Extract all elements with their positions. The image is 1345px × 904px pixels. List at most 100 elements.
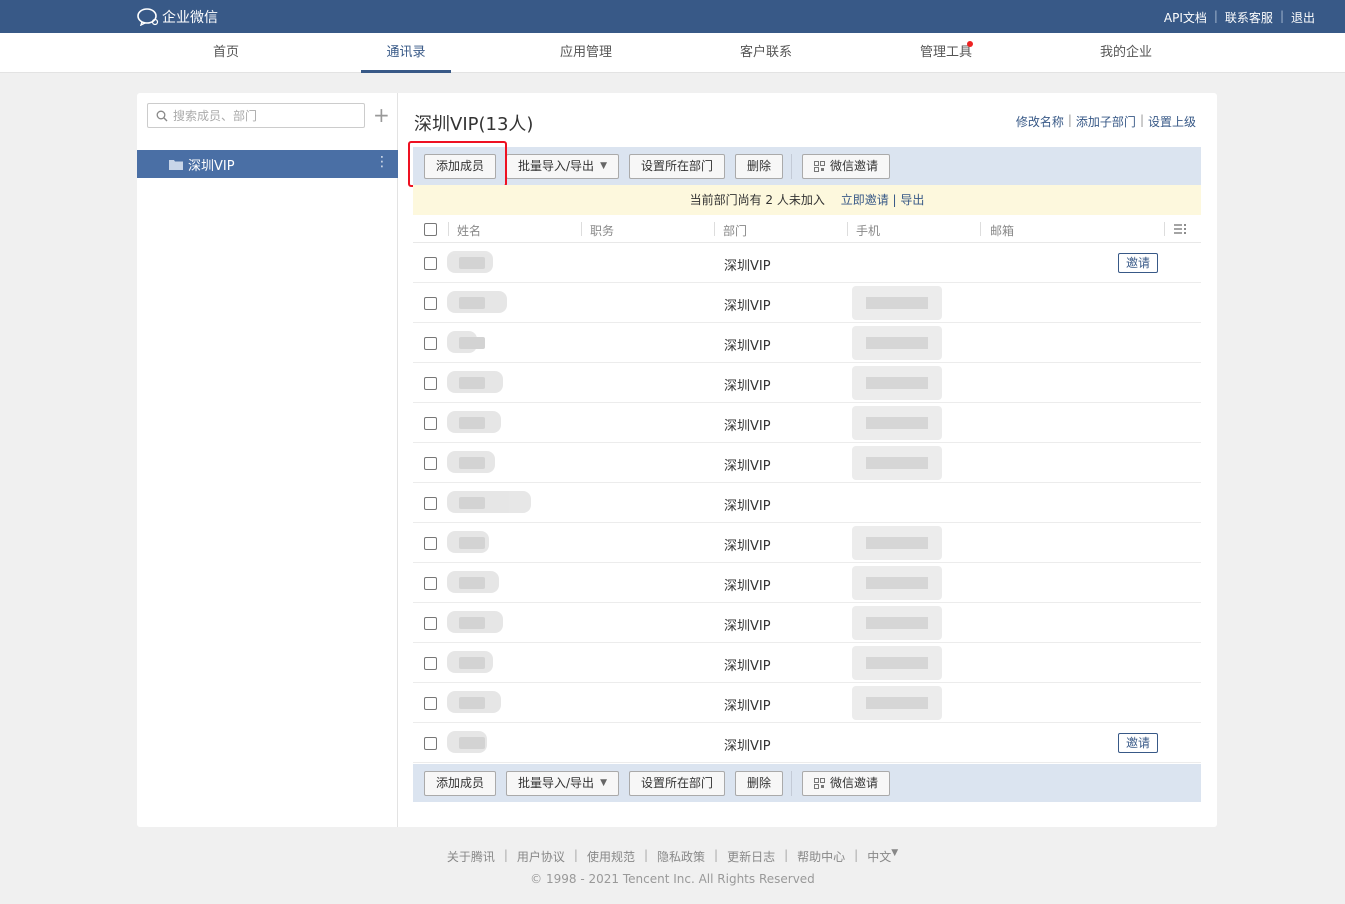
table-row[interactable]: 深圳VIP 邀请 bbox=[413, 243, 1201, 283]
privacy-policy-link[interactable]: 隐私政策 bbox=[657, 848, 705, 865]
member-name-redacted[interactable] bbox=[447, 371, 503, 393]
wechat-invite-button-bottom[interactable]: 微信邀请 bbox=[802, 770, 891, 796]
tab-home[interactable]: 首页 bbox=[181, 33, 271, 73]
divider: | bbox=[714, 848, 719, 862]
table-row[interactable]: 深圳VIP bbox=[413, 603, 1201, 643]
search-input[interactable]: 搜索成员、部门 bbox=[147, 103, 365, 128]
member-name-redacted[interactable] bbox=[447, 651, 493, 673]
user-agreement-link[interactable]: 用户协议 bbox=[517, 848, 565, 865]
table-row[interactable]: 深圳VIP bbox=[413, 563, 1201, 603]
row-checkbox[interactable] bbox=[424, 497, 437, 510]
member-name-redacted[interactable] bbox=[447, 331, 485, 353]
row-checkbox[interactable] bbox=[424, 577, 437, 590]
sidebar-item-department[interactable]: 深圳VIP ⋮ bbox=[137, 150, 398, 178]
member-department: 深圳VIP bbox=[724, 419, 771, 434]
help-center-link[interactable]: 帮助中心 bbox=[797, 848, 845, 865]
top-bar: 企业微信 API文档 | 联系客服 | 退出 bbox=[0, 0, 1345, 33]
invite-button[interactable]: 邀请 bbox=[1118, 733, 1159, 753]
row-checkbox[interactable] bbox=[424, 257, 437, 270]
language-select[interactable]: 中文 bbox=[867, 848, 891, 865]
table-row[interactable]: 深圳VIP bbox=[413, 523, 1201, 563]
top-toolbar: 添加成员 批量导入/导出 ▼ 设置所在部门 删除 微信邀请 bbox=[413, 147, 1201, 185]
row-checkbox[interactable] bbox=[424, 737, 437, 750]
member-name-redacted[interactable] bbox=[447, 491, 531, 513]
table-row[interactable]: 深圳VIP bbox=[413, 283, 1201, 323]
batch-import-export-button-bottom[interactable]: 批量导入/导出 ▼ bbox=[506, 770, 619, 796]
rename-link[interactable]: 修改名称 bbox=[1016, 113, 1064, 130]
tab-my-enterprise[interactable]: 我的企业 bbox=[1081, 33, 1171, 73]
row-checkbox[interactable] bbox=[424, 297, 437, 310]
more-options-icon[interactable]: ⋮ bbox=[375, 154, 389, 170]
table-row[interactable]: 深圳VIP bbox=[413, 483, 1201, 523]
member-name-redacted[interactable] bbox=[447, 451, 495, 473]
row-checkbox[interactable] bbox=[424, 537, 437, 550]
set-department-button-bottom[interactable]: 设置所在部门 bbox=[628, 770, 725, 796]
row-checkbox[interactable] bbox=[424, 697, 437, 710]
table-row[interactable]: 深圳VIP bbox=[413, 403, 1201, 443]
add-member-button-bottom[interactable]: 添加成员 bbox=[424, 770, 497, 796]
member-department: 深圳VIP bbox=[724, 699, 771, 714]
add-department-icon[interactable]: + bbox=[373, 105, 390, 125]
contacts-card: 搜索成员、部门 + 深圳VIP ⋮ 深圳VIP(13人) 修改名称 | 添加子部… bbox=[137, 93, 1217, 827]
contact-support-link[interactable]: 联系客服 bbox=[1225, 9, 1273, 26]
member-name-redacted[interactable] bbox=[447, 291, 507, 313]
department-label: 深圳VIP bbox=[188, 158, 235, 174]
divider: | bbox=[1067, 113, 1072, 127]
row-checkbox[interactable] bbox=[424, 377, 437, 390]
set-parent-link[interactable]: 设置上级 bbox=[1148, 113, 1196, 130]
divider: | bbox=[1139, 113, 1144, 127]
member-phone-redacted bbox=[852, 406, 942, 440]
tab-contacts[interactable]: 通讯录 bbox=[361, 33, 451, 73]
member-department: 深圳VIP bbox=[724, 739, 771, 754]
member-department: 深圳VIP bbox=[724, 659, 771, 674]
tab-app-management[interactable]: 应用管理 bbox=[541, 33, 631, 73]
wecom-logo[interactable]: 企业微信 bbox=[137, 7, 218, 27]
wechat-invite-label: 微信邀请 bbox=[830, 775, 879, 790]
toolbar-divider bbox=[791, 770, 793, 796]
tab-customer-contact[interactable]: 客户联系 bbox=[721, 33, 811, 73]
select-all-checkbox[interactable] bbox=[424, 223, 437, 236]
member-name-redacted[interactable] bbox=[447, 531, 489, 553]
table-row[interactable]: 深圳VIP bbox=[413, 323, 1201, 363]
table-row[interactable]: 深圳VIP bbox=[413, 443, 1201, 483]
column-name: 姓名 bbox=[457, 224, 482, 238]
member-phone-redacted bbox=[852, 326, 942, 360]
row-checkbox[interactable] bbox=[424, 457, 437, 470]
row-checkbox[interactable] bbox=[424, 417, 437, 430]
member-name-redacted[interactable] bbox=[447, 411, 501, 433]
tab-management-tools[interactable]: 管理工具 bbox=[901, 33, 991, 73]
footer: 关于腾讯 | 用户协议 | 使用规范 | 隐私政策 | 更新日志 | 帮助中心 | 中文 ▼ © 199… bbox=[0, 848, 1345, 886]
batch-import-export-button[interactable]: 批量导入/导出 ▼ bbox=[506, 153, 619, 179]
changelog-link[interactable]: 更新日志 bbox=[727, 848, 775, 865]
wechat-invite-button[interactable]: 微信邀请 bbox=[802, 153, 891, 179]
divider: | bbox=[503, 848, 508, 862]
member-name-redacted[interactable] bbox=[447, 691, 501, 713]
table-row[interactable]: 深圳VIP bbox=[413, 683, 1201, 723]
usage-rules-link[interactable]: 使用规范 bbox=[587, 848, 635, 865]
row-checkbox[interactable] bbox=[424, 657, 437, 670]
member-department: 深圳VIP bbox=[724, 619, 771, 634]
logout-link[interactable]: 退出 bbox=[1291, 9, 1315, 26]
wecom-logo-icon bbox=[137, 8, 159, 26]
invite-now-link[interactable]: 立即邀请 bbox=[841, 193, 889, 207]
member-name-redacted[interactable] bbox=[447, 731, 487, 753]
add-subdepartment-link[interactable]: 添加子部门 bbox=[1076, 113, 1136, 130]
member-name-redacted[interactable] bbox=[447, 571, 499, 593]
member-phone-redacted bbox=[852, 366, 942, 400]
delete-button[interactable]: 删除 bbox=[735, 153, 784, 179]
row-checkbox[interactable] bbox=[424, 337, 437, 350]
table-row[interactable]: 深圳VIP bbox=[413, 643, 1201, 683]
table-row[interactable]: 深圳VIP bbox=[413, 363, 1201, 403]
member-name-redacted[interactable] bbox=[447, 611, 503, 633]
export-link[interactable]: 导出 bbox=[900, 193, 924, 207]
column-settings-icon[interactable] bbox=[1174, 224, 1187, 234]
table-row[interactable]: 深圳VIP 邀请 bbox=[413, 723, 1201, 763]
about-tencent-link[interactable]: 关于腾讯 bbox=[447, 848, 495, 865]
row-checkbox[interactable] bbox=[424, 617, 437, 630]
invite-button[interactable]: 邀请 bbox=[1118, 253, 1159, 273]
delete-button-bottom[interactable]: 删除 bbox=[735, 770, 784, 796]
member-name-redacted[interactable] bbox=[447, 251, 493, 273]
member-department: 深圳VIP bbox=[724, 259, 771, 274]
set-department-button[interactable]: 设置所在部门 bbox=[628, 153, 725, 179]
api-docs-link[interactable]: API文档 bbox=[1164, 9, 1207, 26]
